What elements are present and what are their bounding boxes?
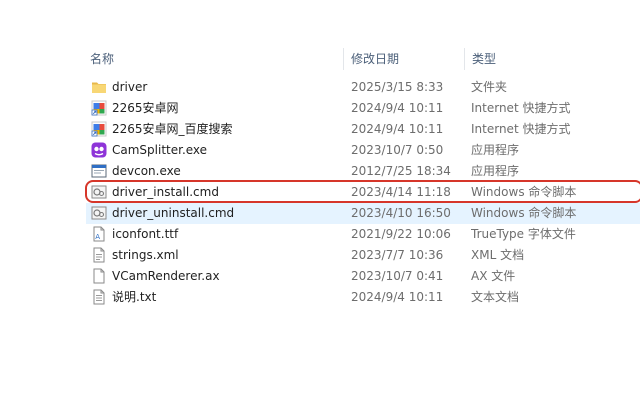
file-row-driver-install[interactable]: driver_install.cmd 2023/4/14 11:18 Windo… bbox=[0, 182, 640, 203]
file-type: Internet 快捷方式 bbox=[471, 101, 571, 115]
file-name: iconfont.ttf bbox=[112, 227, 179, 241]
file-row-readme-txt[interactable]: 说明.txt 2024/9/4 10:11 文本文档 bbox=[0, 287, 640, 308]
svg-text:A: A bbox=[95, 233, 100, 241]
column-divider[interactable] bbox=[343, 48, 344, 70]
file-row-iconfont[interactable]: A iconfont.ttf 2021/9/22 10:06 TrueType … bbox=[0, 224, 640, 245]
file-type: Windows 命令脚本 bbox=[471, 185, 577, 199]
file-row-camsplitter[interactable]: CamSplitter.exe 2023/10/7 0:50 应用程序 bbox=[0, 140, 640, 161]
file-date: 2023/4/10 16:50 bbox=[351, 206, 451, 220]
file-type: 文件夹 bbox=[471, 80, 508, 94]
cmd-script-icon bbox=[91, 206, 107, 220]
file-date: 2023/10/7 0:41 bbox=[351, 269, 444, 283]
file-name: driver_uninstall.cmd bbox=[112, 206, 235, 220]
file-date: 2023/4/14 11:18 bbox=[351, 185, 451, 199]
file-name: driver_install.cmd bbox=[112, 185, 219, 199]
file-date: 2024/9/4 10:11 bbox=[351, 122, 444, 136]
file-row-strings-xml[interactable]: strings.xml 2023/7/7 10:36 XML 文档 bbox=[0, 245, 640, 266]
file-type: TrueType 字体文件 bbox=[471, 227, 576, 241]
file-list: 名称 修改日期 类型 driver 2025/3/15 8:33 文件夹 226… bbox=[0, 0, 640, 400]
file-row-driver[interactable]: driver 2025/3/15 8:33 文件夹 bbox=[0, 77, 640, 98]
file-type: Internet 快捷方式 bbox=[471, 122, 571, 136]
app-purple-icon bbox=[91, 142, 107, 158]
file-row-driver-uninstall[interactable]: driver_uninstall.cmd 2023/4/10 16:50 Win… bbox=[0, 203, 640, 224]
column-header-name[interactable]: 名称 bbox=[90, 44, 114, 74]
file-type: 应用程序 bbox=[471, 164, 520, 178]
file-name: driver bbox=[112, 80, 148, 94]
file-name: 2265安卓网_百度搜索 bbox=[112, 122, 233, 136]
xml-document-icon bbox=[93, 247, 105, 263]
blank-file-icon bbox=[93, 268, 105, 284]
file-date: 2024/9/4 10:11 bbox=[351, 101, 444, 115]
column-header-type[interactable]: 类型 bbox=[472, 44, 496, 74]
column-header-row: 名称 修改日期 类型 bbox=[0, 44, 640, 74]
file-row-2265-shortcut[interactable]: 2265安卓网 2024/9/4 10:11 Internet 快捷方式 bbox=[0, 98, 640, 119]
column-divider[interactable] bbox=[464, 48, 465, 70]
cmd-script-icon bbox=[91, 185, 107, 199]
file-row-devcon[interactable]: devcon.exe 2012/7/25 18:34 应用程序 bbox=[0, 161, 640, 182]
column-header-date[interactable]: 修改日期 bbox=[351, 44, 399, 74]
app-window-icon bbox=[91, 164, 107, 178]
file-date: 2025/3/15 8:33 bbox=[351, 80, 444, 94]
file-name: CamSplitter.exe bbox=[112, 143, 208, 157]
font-file-icon: A bbox=[93, 226, 105, 242]
file-name: 2265安卓网 bbox=[112, 101, 179, 115]
folder-icon bbox=[92, 82, 106, 93]
file-rows: driver 2025/3/15 8:33 文件夹 2265安卓网 2024/9… bbox=[0, 77, 640, 308]
file-name: strings.xml bbox=[112, 248, 179, 262]
file-date: 2012/7/25 18:34 bbox=[351, 164, 451, 178]
file-name: devcon.exe bbox=[112, 164, 181, 178]
file-type: AX 文件 bbox=[471, 269, 516, 283]
file-name: 说明.txt bbox=[112, 290, 157, 304]
file-type: 文本文档 bbox=[471, 290, 520, 304]
internet-shortcut-icon bbox=[91, 100, 107, 116]
file-date: 2024/9/4 10:11 bbox=[351, 290, 444, 304]
file-type: 应用程序 bbox=[471, 143, 520, 157]
internet-shortcut-icon bbox=[91, 121, 107, 137]
file-date: 2021/9/22 10:06 bbox=[351, 227, 451, 241]
file-name: VCamRenderer.ax bbox=[112, 269, 220, 283]
file-date: 2023/7/7 10:36 bbox=[351, 248, 444, 262]
file-date: 2023/10/7 0:50 bbox=[351, 143, 444, 157]
file-row-vcamrenderer[interactable]: VCamRenderer.ax 2023/10/7 0:41 AX 文件 bbox=[0, 266, 640, 287]
file-type: XML 文档 bbox=[471, 248, 525, 262]
file-row-2265-baidu-shortcut[interactable]: 2265安卓网_百度搜索 2024/9/4 10:11 Internet 快捷方… bbox=[0, 119, 640, 140]
text-file-icon bbox=[93, 289, 105, 305]
file-type: Windows 命令脚本 bbox=[471, 206, 577, 220]
